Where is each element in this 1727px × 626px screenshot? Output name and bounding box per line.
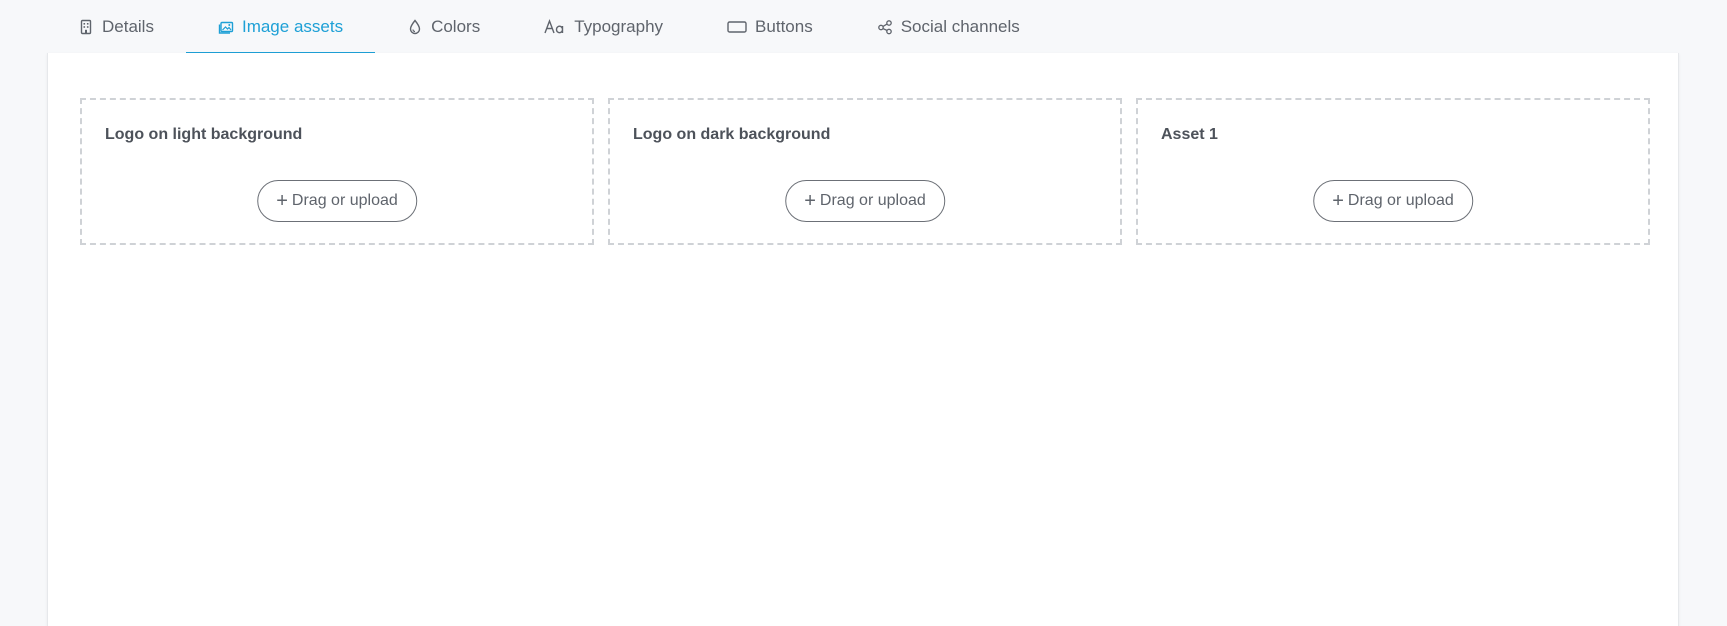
- tab-label: Colors: [431, 17, 481, 36]
- tab-image-assets[interactable]: Image assets: [185, 0, 376, 54]
- typography-icon: [544, 19, 566, 35]
- upload-button-label: Drag or upload: [291, 192, 398, 209]
- asset-cards: Logo on light background + Drag or uploa…: [80, 98, 1650, 245]
- tab-label: Social channels: [900, 17, 1020, 36]
- upload-button[interactable]: + Drag or upload: [785, 180, 945, 222]
- tab-colors[interactable]: Colors: [375, 0, 512, 54]
- asset-card-title: Asset 1: [1161, 126, 1218, 143]
- tab-details[interactable]: Details: [46, 0, 186, 54]
- asset-card-title: Logo on dark background: [633, 126, 831, 143]
- upload-button[interactable]: + Drag or upload: [257, 180, 417, 222]
- upload-button-label: Drag or upload: [819, 192, 926, 209]
- tab-typography[interactable]: Typography: [512, 0, 695, 54]
- upload-button-label: Drag or upload: [1347, 192, 1454, 209]
- plus-icon: +: [276, 190, 288, 212]
- button-icon: [727, 19, 747, 35]
- asset-card-logo-light[interactable]: Logo on light background + Drag or uploa…: [80, 98, 594, 245]
- tab-bar: Details Image assets Colors Typography B…: [0, 0, 1052, 54]
- share-icon: [877, 19, 893, 35]
- asset-card-logo-dark[interactable]: Logo on dark background + Drag or upload: [608, 98, 1122, 245]
- tab-buttons[interactable]: Buttons: [695, 0, 845, 54]
- upload-button[interactable]: + Drag or upload: [1313, 180, 1473, 222]
- droplet-icon: [407, 19, 423, 35]
- tab-label: Details: [102, 17, 154, 36]
- building-icon: [78, 19, 94, 35]
- tab-label: Image assets: [241, 17, 344, 36]
- tab-social-channels[interactable]: Social channels: [845, 0, 1052, 54]
- tab-label: Typography: [574, 17, 664, 36]
- plus-icon: +: [804, 190, 816, 212]
- image-assets-panel: Logo on light background + Drag or uploa…: [47, 53, 1679, 626]
- plus-icon: +: [1332, 190, 1344, 212]
- asset-card-title: Logo on light background: [105, 126, 303, 143]
- asset-card-asset-1[interactable]: Asset 1 + Drag or upload: [1136, 98, 1650, 245]
- image-icon: [218, 19, 234, 35]
- tab-label: Buttons: [755, 17, 813, 36]
